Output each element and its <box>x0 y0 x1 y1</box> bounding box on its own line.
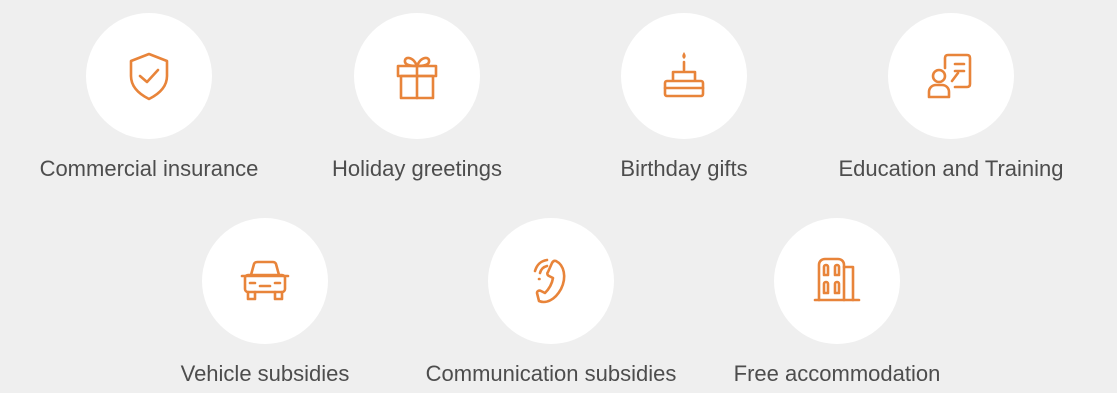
benefits-page: { "benefits": [ {"label": "Commercial in… <box>0 0 1117 393</box>
icon-circle <box>888 13 1014 139</box>
shield-check-icon <box>129 52 169 101</box>
building-icon <box>813 257 861 302</box>
teacher-board-icon <box>927 53 972 99</box>
icon-circle <box>621 13 747 139</box>
gift-box-icon <box>396 56 438 100</box>
icon-circle <box>354 13 480 139</box>
icon-circle <box>488 218 614 344</box>
icon-circle <box>774 218 900 344</box>
benefit-label: Education and Training <box>838 156 1064 181</box>
icon-circle <box>86 13 212 139</box>
icon-circle <box>202 218 328 344</box>
benefit-label: Free accommodation <box>733 361 941 386</box>
phone-call-icon <box>533 258 566 304</box>
birthday-cake-icon <box>663 52 705 98</box>
car-icon <box>240 260 290 301</box>
